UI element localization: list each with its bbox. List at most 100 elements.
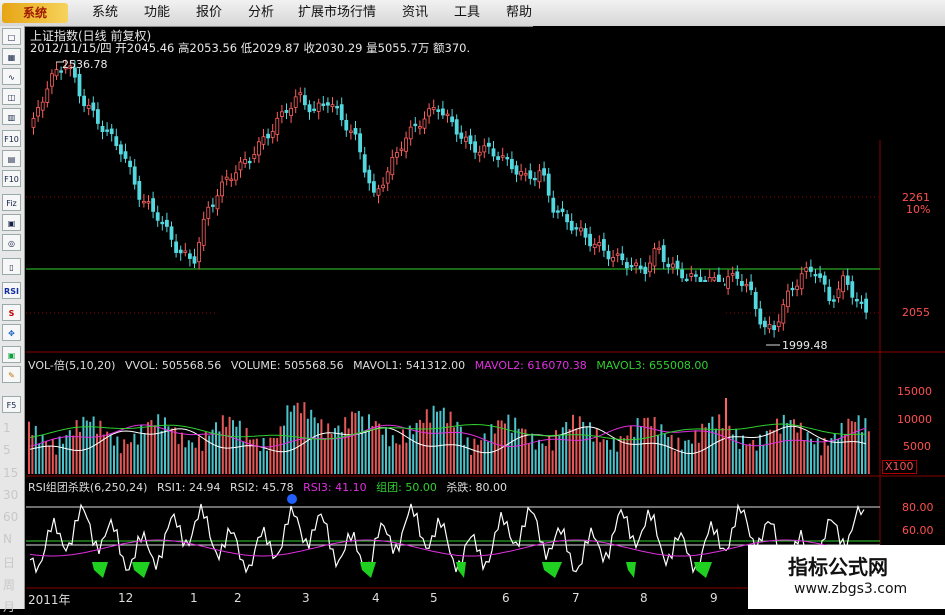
volume-bar-20 <box>96 433 98 474</box>
tool-s-icon[interactable]: S <box>2 304 21 321</box>
rsi1-line <box>29 503 865 575</box>
period-60min[interactable]: 60 <box>3 510 18 524</box>
volume-bar-192 <box>680 449 683 474</box>
candle-body-173 <box>827 286 832 302</box>
candle-body-5 <box>54 69 59 77</box>
candle-body-130 <box>629 265 634 268</box>
volume-bar-85 <box>317 423 319 474</box>
candle-body-72 <box>362 154 367 173</box>
period-5min[interactable]: 5 <box>3 443 11 457</box>
candle-body-167 <box>799 273 804 290</box>
volume-bar-115 <box>419 419 421 474</box>
volume-bar-76 <box>286 405 289 474</box>
period-day[interactable]: 日 <box>3 554 15 571</box>
volume-bar-45 <box>181 432 183 474</box>
candle-body-87 <box>431 107 436 110</box>
rsi-signal-bar-2 <box>360 562 376 578</box>
volume-bar-132 <box>476 444 479 474</box>
volume-bar-84 <box>313 417 316 474</box>
volume-bar-103 <box>378 423 381 474</box>
tool-fiz-button[interactable]: Fiz <box>2 194 21 211</box>
candle-body-81 <box>404 137 409 152</box>
candle-body-172 <box>822 275 827 285</box>
period-n[interactable]: N <box>3 532 12 546</box>
volume-bar-35 <box>147 422 149 474</box>
candle-body-41 <box>220 181 225 197</box>
volume-bar-123 <box>446 423 449 474</box>
candle-body-88 <box>436 109 441 112</box>
candle-body-137 <box>661 245 666 263</box>
volume-bar-32 <box>136 444 139 474</box>
x-tick-9: 9 <box>710 591 718 605</box>
candle-body-6 <box>59 70 63 73</box>
volume-bar-159 <box>568 429 571 474</box>
period-month[interactable]: 月 <box>3 598 15 615</box>
tool-pencil-icon[interactable]: ✎ <box>2 366 21 383</box>
candle-body-25 <box>146 201 151 204</box>
tool-f5-button[interactable]: F5 <box>2 396 21 413</box>
tool-bars-icon[interactable]: ▥ <box>2 108 21 125</box>
candle-body-50 <box>261 136 266 145</box>
volume-bar-156 <box>558 435 561 474</box>
candle-body-142 <box>684 278 689 282</box>
volume-bar-119 <box>432 405 435 474</box>
volume-bar-187 <box>663 433 666 474</box>
candle-body-0 <box>31 118 36 128</box>
period-1min[interactable]: 1 <box>3 421 11 435</box>
volume-bar-206 <box>728 425 731 474</box>
volume-bar-228 <box>803 440 806 474</box>
tool-panel-icon[interactable]: ▣ <box>2 214 21 231</box>
tool-bar-icon[interactable]: ▯ <box>2 258 21 275</box>
volume-bar-234 <box>823 437 826 474</box>
volume-bar-56 <box>218 431 221 474</box>
tool-target-icon[interactable]: ◎ <box>2 234 21 251</box>
volume-bar-121 <box>439 410 442 474</box>
candle-body-85 <box>422 118 427 129</box>
volume-bar-162 <box>578 416 581 474</box>
tool-plus-icon[interactable]: ▣ <box>2 346 21 363</box>
candle-body-148 <box>712 276 717 281</box>
candle-body-71 <box>358 133 363 153</box>
vol-mavol3: MAVOL3: 655008.00 <box>596 359 709 372</box>
rsi3-line <box>29 539 865 557</box>
tool-table-icon[interactable]: ▤ <box>2 150 21 167</box>
candle-body-175 <box>836 288 841 299</box>
candle-body-118 <box>574 227 579 230</box>
rsi-signal-bar-3 <box>456 562 466 578</box>
candle-body-139 <box>671 263 675 268</box>
volume-bar-79 <box>296 402 299 474</box>
candle-body-123 <box>597 242 602 247</box>
period-30min[interactable]: 30 <box>3 488 18 502</box>
volume-bar-241 <box>847 418 850 474</box>
x-tick-12: 12 <box>118 591 134 605</box>
candle-body-152 <box>730 273 735 276</box>
candle-body-74 <box>371 181 376 193</box>
volume-bar-220 <box>776 418 778 474</box>
candle-body-24 <box>141 200 146 204</box>
tool-rsi-button[interactable]: RSI <box>2 282 21 299</box>
tool-line-icon[interactable]: ∿ <box>2 68 21 85</box>
tool-window-icon[interactable]: ◫ <box>2 88 21 105</box>
tool-select-icon[interactable]: □ <box>2 28 21 45</box>
x-tick-1: 1 <box>190 591 198 605</box>
candle-body-39 <box>210 204 215 207</box>
tool-move-icon[interactable]: ✥ <box>2 324 21 341</box>
tool-f10-button[interactable]: F10 <box>2 130 21 147</box>
candle-body-110 <box>537 170 542 183</box>
candle-body-16 <box>105 129 109 132</box>
volume-bar-38 <box>157 414 160 474</box>
period-week[interactable]: 周 <box>3 576 15 593</box>
candle-body-1 <box>36 107 40 117</box>
volume-bar-193 <box>684 440 687 474</box>
x-tick-2011: 2011年 <box>28 593 71 607</box>
rsi-rsi2: RSI2: 45.78 <box>230 481 294 494</box>
candle-body-180 <box>859 301 864 304</box>
tool-grid-icon[interactable]: ▦ <box>2 48 21 65</box>
period-15min[interactable]: 15 <box>3 466 18 480</box>
volume-bar-101 <box>371 425 374 474</box>
candle-body-46 <box>243 159 248 164</box>
candle-body-160 <box>767 323 772 330</box>
x-tick-6: 6 <box>502 591 510 605</box>
candle-body-121 <box>588 233 592 247</box>
tool-f10-alt-button[interactable]: F10 <box>2 170 21 187</box>
